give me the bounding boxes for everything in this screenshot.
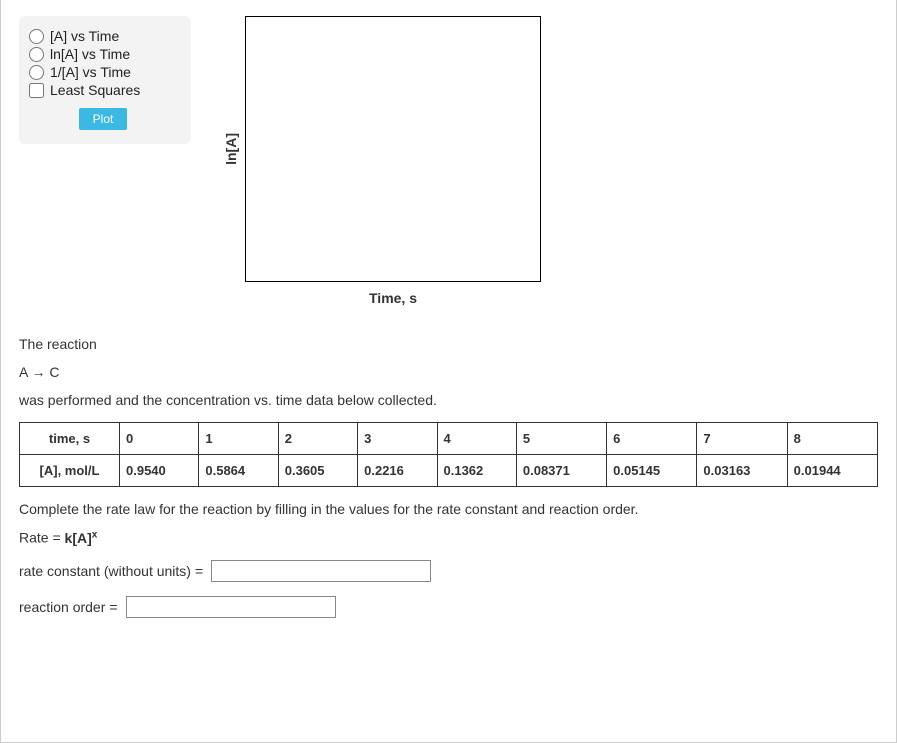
time-cell: 8 — [787, 423, 877, 455]
radio-a-label: [A] vs Time — [50, 28, 119, 44]
checkbox-least-squares[interactable] — [29, 83, 44, 98]
plot-box — [245, 16, 541, 282]
radio-lna-vs-time[interactable] — [29, 47, 44, 62]
rate-constant-row: rate constant (without units) = — [19, 560, 878, 582]
rate-constant-label: rate constant (without units) — [19, 563, 191, 579]
chart-row: ln[A] — [223, 16, 541, 282]
rate-law-k: k[A] — [65, 530, 92, 546]
time-cell: 4 — [437, 423, 516, 455]
conc-cell: 0.9540 — [120, 455, 199, 487]
checkbox-ls-label: Least Squares — [50, 82, 140, 98]
conc-cell: 0.05145 — [607, 455, 697, 487]
problem-container: [A] vs Time ln[A] vs Time 1/[A] vs Time … — [0, 0, 897, 743]
chart-xlabel: Time, s — [245, 290, 541, 306]
time-cell: 7 — [697, 423, 787, 455]
conc-cell: 0.03163 — [697, 455, 787, 487]
conc-cell: 0.3605 — [278, 455, 357, 487]
plot-button[interactable]: Plot — [79, 108, 128, 130]
time-cell: 3 — [358, 423, 437, 455]
row-header-time: time, s — [20, 423, 120, 455]
reaction-order-label: reaction order — [19, 599, 105, 615]
radio-inva-vs-time[interactable] — [29, 65, 44, 80]
conc-cell: 0.01944 — [787, 455, 877, 487]
time-cell: 1 — [199, 423, 278, 455]
chart-area: ln[A] Time, s — [223, 16, 541, 306]
rate-law-prefix: Rate = — [19, 530, 65, 546]
time-cell: 2 — [278, 423, 357, 455]
plot-controls-panel: [A] vs Time ln[A] vs Time 1/[A] vs Time … — [19, 16, 191, 144]
conc-cell: 0.08371 — [516, 455, 606, 487]
equals-sign: = — [109, 599, 117, 615]
instruction-line: Complete the rate law for the reaction b… — [19, 501, 878, 517]
data-table: time, s 0 1 2 3 4 5 6 7 8 [A], mol/L 0.9… — [19, 422, 878, 487]
radio-row-lna: ln[A] vs Time — [29, 46, 177, 62]
radio-row-a: [A] vs Time — [29, 28, 177, 44]
equals-sign: = — [195, 563, 203, 579]
radio-row-inva: 1/[A] vs Time — [29, 64, 177, 80]
rate-law-sup: x — [92, 529, 98, 540]
radio-a-vs-time[interactable] — [29, 29, 44, 44]
plot-button-wrap: Plot — [29, 108, 177, 130]
table-row-time: time, s 0 1 2 3 4 5 6 7 8 — [20, 423, 878, 455]
time-cell: 5 — [516, 423, 606, 455]
checkbox-row-ls: Least Squares — [29, 82, 177, 98]
chart-ylabel: ln[A] — [223, 133, 239, 165]
reaction-order-row: reaction order = — [19, 596, 878, 618]
top-row: [A] vs Time ln[A] vs Time 1/[A] vs Time … — [19, 16, 878, 306]
rate-law-formula: Rate = k[A]x — [19, 529, 878, 546]
intro-line-1: The reaction — [19, 336, 878, 352]
radio-inva-label: 1/[A] vs Time — [50, 64, 131, 80]
rate-constant-input[interactable] — [211, 560, 431, 582]
time-cell: 0 — [120, 423, 199, 455]
radio-lna-label: ln[A] vs Time — [50, 46, 130, 62]
table-row-conc: [A], mol/L 0.9540 0.5864 0.3605 0.2216 0… — [20, 455, 878, 487]
intro-line-2: was performed and the concentration vs. … — [19, 392, 878, 408]
conc-cell: 0.5864 — [199, 455, 278, 487]
reaction-order-input[interactable] — [126, 596, 336, 618]
problem-section: The reaction A → C was performed and the… — [19, 336, 878, 618]
time-cell: 6 — [607, 423, 697, 455]
conc-cell: 0.2216 — [358, 455, 437, 487]
conc-cell: 0.1362 — [437, 455, 516, 487]
row-header-conc: [A], mol/L — [20, 455, 120, 487]
reaction-equation: A → C — [19, 364, 878, 380]
